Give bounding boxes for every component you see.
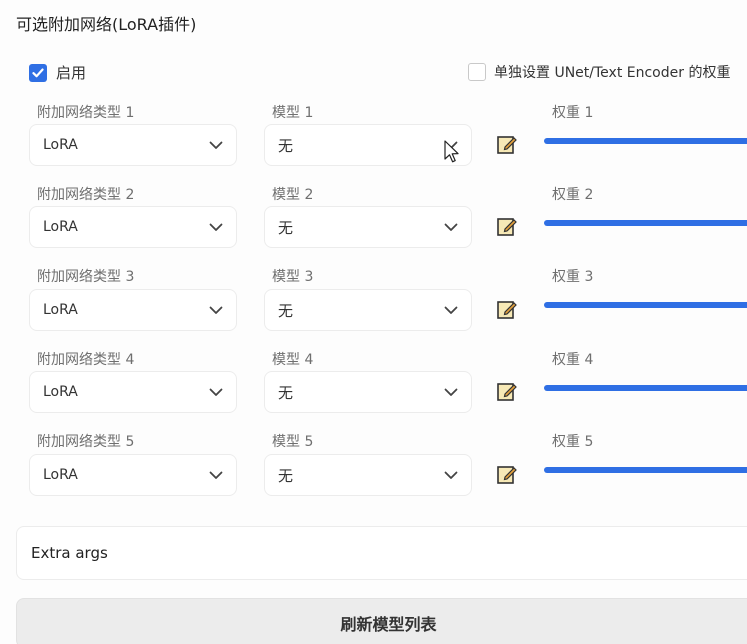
weight-slider[interactable]: [544, 467, 747, 473]
chevron-down-icon: [209, 223, 223, 231]
extra-args-label: Extra args: [31, 544, 108, 562]
weight-label: 权重 5: [552, 434, 594, 450]
model-value: 无: [278, 383, 294, 402]
model-select[interactable]: 无: [264, 124, 472, 166]
network-type-label: 附加网络类型 2: [37, 187, 135, 203]
model-value: 无: [278, 218, 294, 237]
model-select[interactable]: 无: [264, 454, 472, 496]
edit-model-button[interactable]: [488, 206, 526, 248]
chevron-down-icon: [209, 306, 223, 314]
model-label: 模型 3: [272, 269, 314, 285]
edit-note-icon: [497, 466, 517, 484]
enable-checkbox-row[interactable]: 启用: [29, 62, 86, 83]
network-type-select[interactable]: LoRA: [29, 289, 237, 331]
edit-note-icon: [497, 218, 517, 236]
weight-slider[interactable]: [544, 302, 747, 308]
model-label: 模型 1: [272, 105, 314, 121]
network-type-value: LoRA: [43, 384, 78, 400]
separate-weights-checkbox[interactable]: [468, 63, 486, 81]
model-label: 模型 2: [272, 187, 314, 203]
network-type-value: LoRA: [43, 467, 78, 483]
separate-weights-label: 单独设置 UNet/Text Encoder 的权重: [494, 65, 731, 81]
chevron-down-icon: [209, 471, 223, 479]
weight-slider[interactable]: [544, 138, 747, 144]
panel-title: 可选附加网络(LoRA插件): [16, 15, 197, 34]
extra-args-accordion[interactable]: Extra args: [16, 526, 747, 580]
model-value: 无: [278, 466, 294, 485]
chevron-down-icon: [444, 471, 458, 479]
weight-slider[interactable]: [544, 220, 747, 226]
network-type-label: 附加网络类型 5: [37, 434, 135, 450]
chevron-down-icon: [444, 388, 458, 396]
network-type-select[interactable]: LoRA: [29, 371, 237, 413]
additional-networks-panel: 可选附加网络(LoRA插件) 启用 单独设置 UNet/Text Encoder…: [0, 0, 747, 644]
weight-label: 权重 2: [552, 187, 594, 203]
edit-model-button[interactable]: [488, 124, 526, 166]
enable-checkbox[interactable]: [29, 63, 47, 82]
network-type-label: 附加网络类型 3: [37, 269, 135, 285]
network-type-value: LoRA: [43, 137, 78, 153]
enable-label: 启用: [56, 64, 87, 82]
network-type-value: LoRA: [43, 219, 78, 235]
model-select[interactable]: 无: [264, 371, 472, 413]
weight-label: 权重 3: [552, 269, 594, 285]
network-type-select[interactable]: LoRA: [29, 124, 237, 166]
chevron-down-icon: [444, 223, 458, 231]
mouse-pointer-icon: [444, 140, 459, 163]
model-value: 无: [278, 301, 294, 320]
network-type-value: LoRA: [43, 302, 78, 318]
network-type-label: 附加网络类型 4: [37, 352, 135, 368]
edit-note-icon: [497, 301, 517, 319]
chevron-down-icon: [209, 141, 223, 149]
check-icon: [32, 68, 44, 77]
network-type-label: 附加网络类型 1: [37, 105, 135, 121]
model-label: 模型 5: [272, 434, 314, 450]
weight-label: 权重 1: [552, 105, 594, 121]
edit-model-button[interactable]: [488, 289, 526, 331]
model-label: 模型 4: [272, 352, 314, 368]
edit-note-icon: [497, 383, 517, 401]
model-value: 无: [278, 136, 294, 155]
chevron-down-icon: [444, 306, 458, 314]
chevron-down-icon: [209, 388, 223, 396]
weight-label: 权重 4: [552, 352, 594, 368]
edit-model-button[interactable]: [488, 454, 526, 496]
refresh-model-list-button[interactable]: 刷新模型列表: [16, 598, 747, 644]
weight-slider[interactable]: [544, 385, 747, 391]
model-select[interactable]: 无: [264, 289, 472, 331]
model-select[interactable]: 无: [264, 206, 472, 248]
network-type-select[interactable]: LoRA: [29, 206, 237, 248]
network-type-select[interactable]: LoRA: [29, 454, 237, 496]
separate-weights-row[interactable]: 单独设置 UNet/Text Encoder 的权重: [468, 62, 730, 82]
edit-note-icon: [497, 136, 517, 154]
edit-model-button[interactable]: [488, 371, 526, 413]
